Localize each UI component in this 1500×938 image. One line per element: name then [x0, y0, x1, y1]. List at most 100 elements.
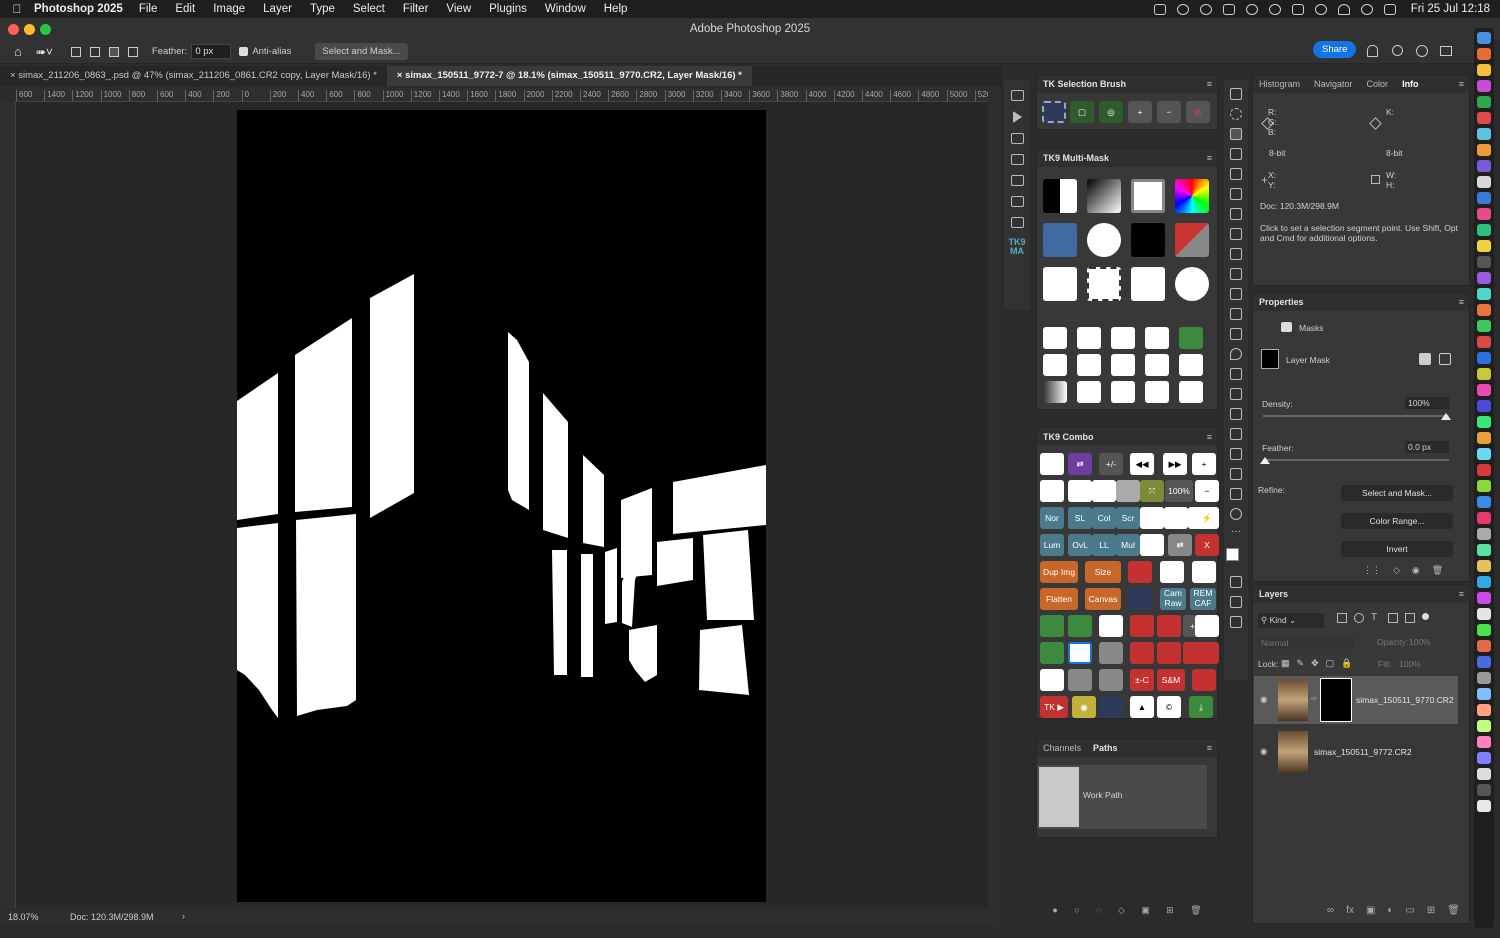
hand-tool-icon[interactable]	[1230, 488, 1242, 500]
type-tool-icon[interactable]	[1230, 428, 1242, 440]
document-canvas[interactable]	[237, 110, 766, 902]
menu-help[interactable]: Help	[604, 3, 628, 15]
dock-app-icon[interactable]	[1477, 144, 1491, 156]
dock-app-icon[interactable]	[1477, 448, 1491, 460]
zoom-level[interactable]: 18.07%	[8, 912, 39, 922]
weather-button[interactable]	[1157, 615, 1181, 637]
dodge-tool-icon[interactable]	[1230, 368, 1242, 380]
healing-tool-icon[interactable]	[1230, 228, 1242, 240]
panel-menu-icon[interactable]: ≡	[1459, 75, 1464, 93]
lasso-tool-icon[interactable]: ➠˅	[36, 45, 53, 59]
opacity-value[interactable]: 100%	[1409, 637, 1431, 647]
dock-app-icon[interactable]	[1477, 544, 1491, 556]
dock-app-icon[interactable]	[1477, 640, 1491, 652]
blend-sl-button[interactable]: SL	[1068, 507, 1092, 529]
dock-app-icon[interactable]	[1477, 112, 1491, 124]
fx-icon[interactable]: fx	[1346, 905, 1354, 921]
rewind-button[interactable]: ◀◀	[1130, 453, 1154, 475]
dock-app-icon[interactable]	[1477, 64, 1491, 76]
canvas-scrollbar[interactable]	[988, 86, 1002, 924]
stamp-button[interactable]	[1195, 615, 1219, 637]
color-swatches[interactable]	[1226, 548, 1246, 568]
filter-smart-icon[interactable]	[1405, 613, 1415, 623]
wifi-icon[interactable]	[1337, 3, 1350, 15]
tab-close-icon[interactable]: ×	[10, 70, 16, 81]
flatten-button[interactable]: Flatten	[1040, 588, 1078, 610]
brush-dark-button[interactable]	[1040, 480, 1064, 502]
layer-stack-button[interactable]	[1140, 507, 1164, 529]
dock-app-icon[interactable]	[1477, 272, 1491, 284]
close-window-button[interactable]	[8, 24, 19, 35]
dock-app-icon[interactable]	[1477, 736, 1491, 748]
stamp-red-button[interactable]	[1130, 615, 1154, 637]
creative-cloud-icon[interactable]	[1199, 3, 1212, 15]
dock-app-icon[interactable]	[1477, 208, 1491, 220]
grid-mask-icon[interactable]	[1145, 327, 1169, 349]
clock-status-icon[interactable]	[1176, 3, 1189, 15]
canvas-button[interactable]: Canvas	[1085, 588, 1121, 610]
bolt-button[interactable]: ⚡	[1195, 507, 1219, 529]
menu-plugins[interactable]: Plugins	[489, 3, 527, 15]
tab-paths[interactable]: Paths	[1093, 739, 1118, 757]
shape-tool-icon[interactable]	[1230, 468, 1242, 480]
feather-slider[interactable]	[1263, 459, 1449, 461]
workspace-icon[interactable]	[1440, 46, 1452, 56]
link-layers-icon[interactable]: ∞	[1327, 905, 1334, 921]
lasso-tool-icon[interactable]	[1230, 128, 1242, 140]
dock-app-icon[interactable]	[1477, 688, 1491, 700]
circles-icon[interactable]	[1111, 381, 1135, 403]
brush-tool-icon[interactable]	[1230, 248, 1242, 260]
filter-adjust-icon[interactable]	[1354, 613, 1364, 623]
marquee-tool-icon[interactable]	[1230, 108, 1242, 120]
add-button[interactable]: +	[1128, 101, 1152, 123]
clone-source-icon[interactable]	[1010, 196, 1024, 207]
history-brush-tool-icon[interactable]	[1230, 288, 1242, 300]
dock-app-icon[interactable]	[1477, 336, 1491, 348]
density-value[interactable]: 100%	[1405, 397, 1449, 409]
color-wheel-icon[interactable]	[1175, 179, 1209, 213]
fill-path-icon[interactable]: ●	[1052, 905, 1057, 921]
add-selection-icon[interactable]	[89, 46, 100, 57]
delete-path-icon[interactable]: 🗑	[1190, 905, 1201, 921]
panel-menu-icon[interactable]: ≡	[1207, 428, 1212, 446]
dock-app-icon[interactable]	[1477, 352, 1491, 364]
rect-select-button[interactable]: ▢	[1070, 101, 1094, 123]
panel-menu-icon[interactable]: ≡	[1207, 739, 1212, 757]
load-selection-icon[interactable]: ⋮⋮	[1363, 565, 1381, 576]
dock-app-icon[interactable]	[1477, 384, 1491, 396]
dock-app-icon[interactable]	[1477, 96, 1491, 108]
path-select-tool-icon[interactable]	[1230, 448, 1242, 460]
zoom-window-button[interactable]	[40, 24, 51, 35]
person-mask-icon[interactable]	[1043, 223, 1077, 257]
layer-green-button[interactable]	[1040, 615, 1064, 637]
actions-play-icon[interactable]	[1012, 111, 1022, 123]
dock-app-icon[interactable]	[1477, 32, 1491, 44]
fill-value[interactable]: 100%	[1399, 659, 1421, 669]
layer-row[interactable]: ◉ simax_150511_9772.CR2	[1254, 728, 1458, 776]
brightness-icon[interactable]	[1111, 327, 1135, 349]
lock-transparent-icon[interactable]: ▦	[1281, 658, 1290, 669]
add-mask-icon[interactable]: ▣	[1141, 905, 1150, 921]
dock-app-icon[interactable]	[1477, 560, 1491, 572]
dock-app-icon[interactable]	[1477, 528, 1491, 540]
new-path-icon[interactable]: ⊞	[1166, 905, 1174, 921]
volume-icon[interactable]	[1153, 3, 1166, 15]
red-square-button[interactable]	[1160, 561, 1184, 583]
blend-color-button[interactable]: Col	[1092, 507, 1116, 529]
target-icon[interactable]	[1087, 223, 1121, 257]
dock-app-icon[interactable]	[1477, 256, 1491, 268]
overlap-icon[interactable]	[1131, 179, 1165, 213]
app-menu[interactable]: Photoshop 2025	[34, 3, 123, 15]
tab-info[interactable]: Info	[1402, 75, 1419, 93]
layer-mask-thumbnail[interactable]	[1320, 678, 1352, 722]
dock-app-icon[interactable]	[1477, 320, 1491, 332]
stamp-tool-icon[interactable]	[1230, 268, 1242, 280]
menu-file[interactable]: File	[139, 3, 158, 15]
merge-button[interactable]	[1040, 642, 1064, 664]
search-grey-button[interactable]	[1099, 669, 1123, 691]
gradient-icon[interactable]	[1043, 381, 1067, 403]
panel-menu-icon[interactable]: ≡	[1207, 149, 1212, 167]
tk9-ma-icon[interactable]: TK9 MA	[1008, 238, 1026, 256]
subtract-button[interactable]: −	[1157, 101, 1181, 123]
feather-slider-thumb[interactable]	[1260, 457, 1270, 464]
